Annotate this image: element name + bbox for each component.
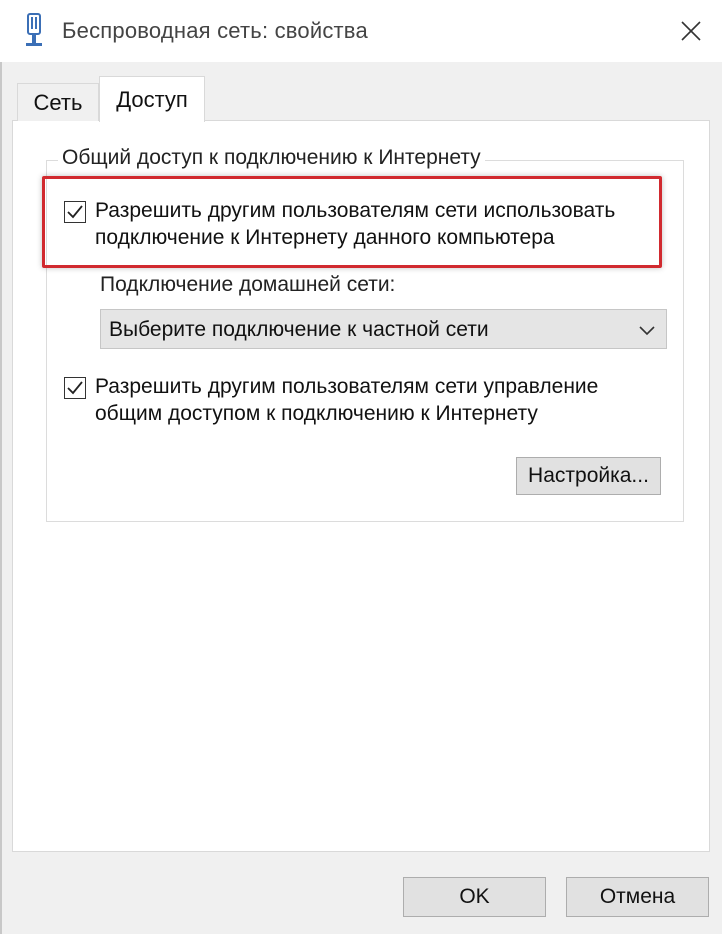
window-title: Беспроводная сеть: свойства bbox=[62, 18, 368, 43]
allow-control-label[interactable]: Разрешить другим пользователям сети упра… bbox=[95, 373, 665, 427]
ics-group-title: Общий доступ к подключению к Интернету bbox=[58, 146, 485, 170]
tab-network-label: Сеть bbox=[33, 89, 83, 115]
allow-sharing-checkbox[interactable] bbox=[64, 201, 86, 223]
ok-button[interactable]: OK bbox=[403, 877, 546, 917]
checkmark-icon bbox=[67, 205, 83, 219]
tab-access[interactable]: Доступ bbox=[99, 76, 205, 122]
close-icon bbox=[681, 21, 701, 41]
home-network-label: Подключение домашней сети: bbox=[100, 273, 396, 296]
allow-sharing-label[interactable]: Разрешить другим пользователям сети испо… bbox=[95, 197, 665, 251]
tab-network[interactable]: Сеть bbox=[17, 83, 99, 121]
close-button[interactable] bbox=[670, 10, 712, 52]
home-network-select-value: Выберите подключение к частной сети bbox=[109, 318, 489, 341]
checkmark-icon bbox=[67, 381, 83, 395]
properties-window: Беспроводная сеть: свойства Сеть Доступ … bbox=[0, 0, 722, 934]
title-bar[interactable]: Беспроводная сеть: свойства bbox=[0, 0, 722, 62]
cancel-button[interactable]: Отмена bbox=[566, 877, 709, 917]
allow-control-checkbox[interactable] bbox=[64, 377, 86, 399]
chevron-down-icon bbox=[639, 326, 655, 336]
wireless-network-icon bbox=[20, 12, 48, 48]
settings-button[interactable]: Настройка... bbox=[516, 457, 661, 495]
home-network-select[interactable]: Выберите подключение к частной сети bbox=[100, 309, 667, 349]
window-border bbox=[0, 60, 2, 934]
tab-access-label: Доступ bbox=[116, 86, 188, 112]
